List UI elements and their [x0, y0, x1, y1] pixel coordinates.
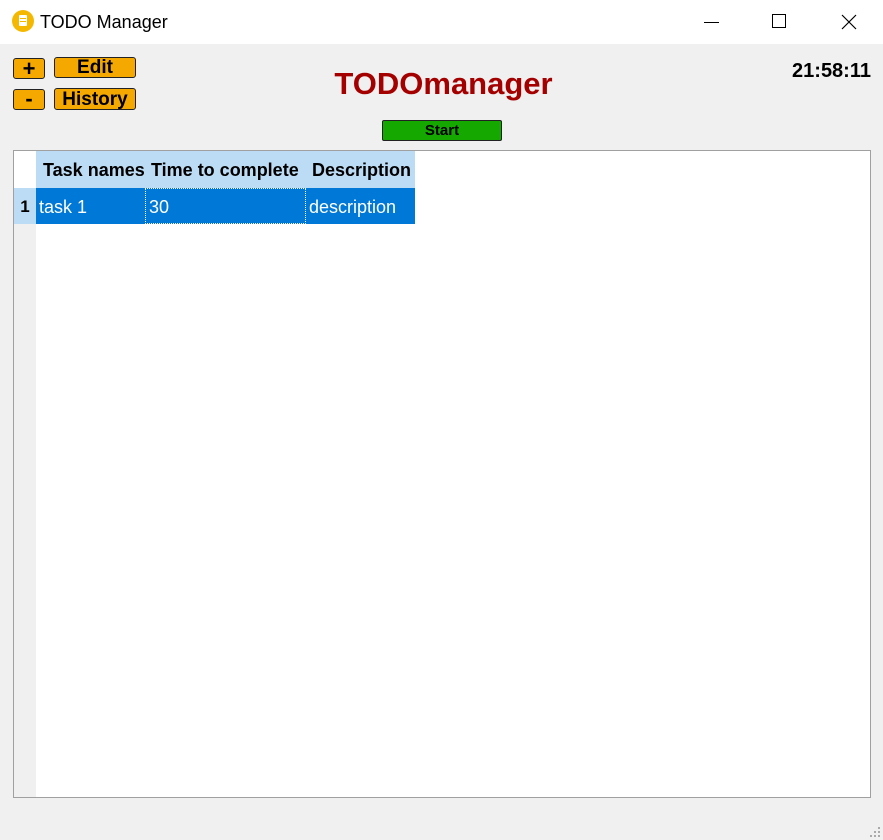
table-cell-time[interactable]: 30 — [145, 188, 306, 224]
table-cell-description[interactable]: description — [306, 188, 415, 224]
start-button[interactable]: Start — [382, 120, 502, 141]
column-header-description[interactable]: Description — [306, 151, 415, 188]
column-header-task-names[interactable]: Task names — [36, 151, 145, 188]
table-corner[interactable] — [14, 151, 36, 188]
history-button[interactable]: History — [54, 88, 136, 110]
row-header-column — [14, 151, 36, 797]
title-bar[interactable]: TODO Manager — [0, 0, 883, 44]
maximize-icon[interactable] — [744, 0, 814, 44]
edit-button[interactable]: Edit — [54, 57, 136, 78]
resize-grip-icon[interactable] — [870, 827, 880, 837]
app-title: TODOmanager — [334, 66, 553, 101]
task-table[interactable]: Task names Time to complete Description … — [13, 150, 871, 798]
column-header-time-to-complete[interactable]: Time to complete — [145, 151, 306, 188]
clock: 21:58:11 — [792, 60, 871, 82]
remove-task-button[interactable]: - — [13, 88, 45, 110]
minimize-icon[interactable] — [676, 0, 746, 44]
window-title: TODO Manager — [40, 12, 168, 32]
table-cell-task-name[interactable]: task 1 — [36, 188, 145, 224]
notepad-icon — [12, 10, 34, 32]
row-header[interactable]: 1 — [14, 188, 36, 224]
add-task-button[interactable]: + — [13, 58, 45, 80]
close-icon[interactable] — [814, 0, 883, 44]
